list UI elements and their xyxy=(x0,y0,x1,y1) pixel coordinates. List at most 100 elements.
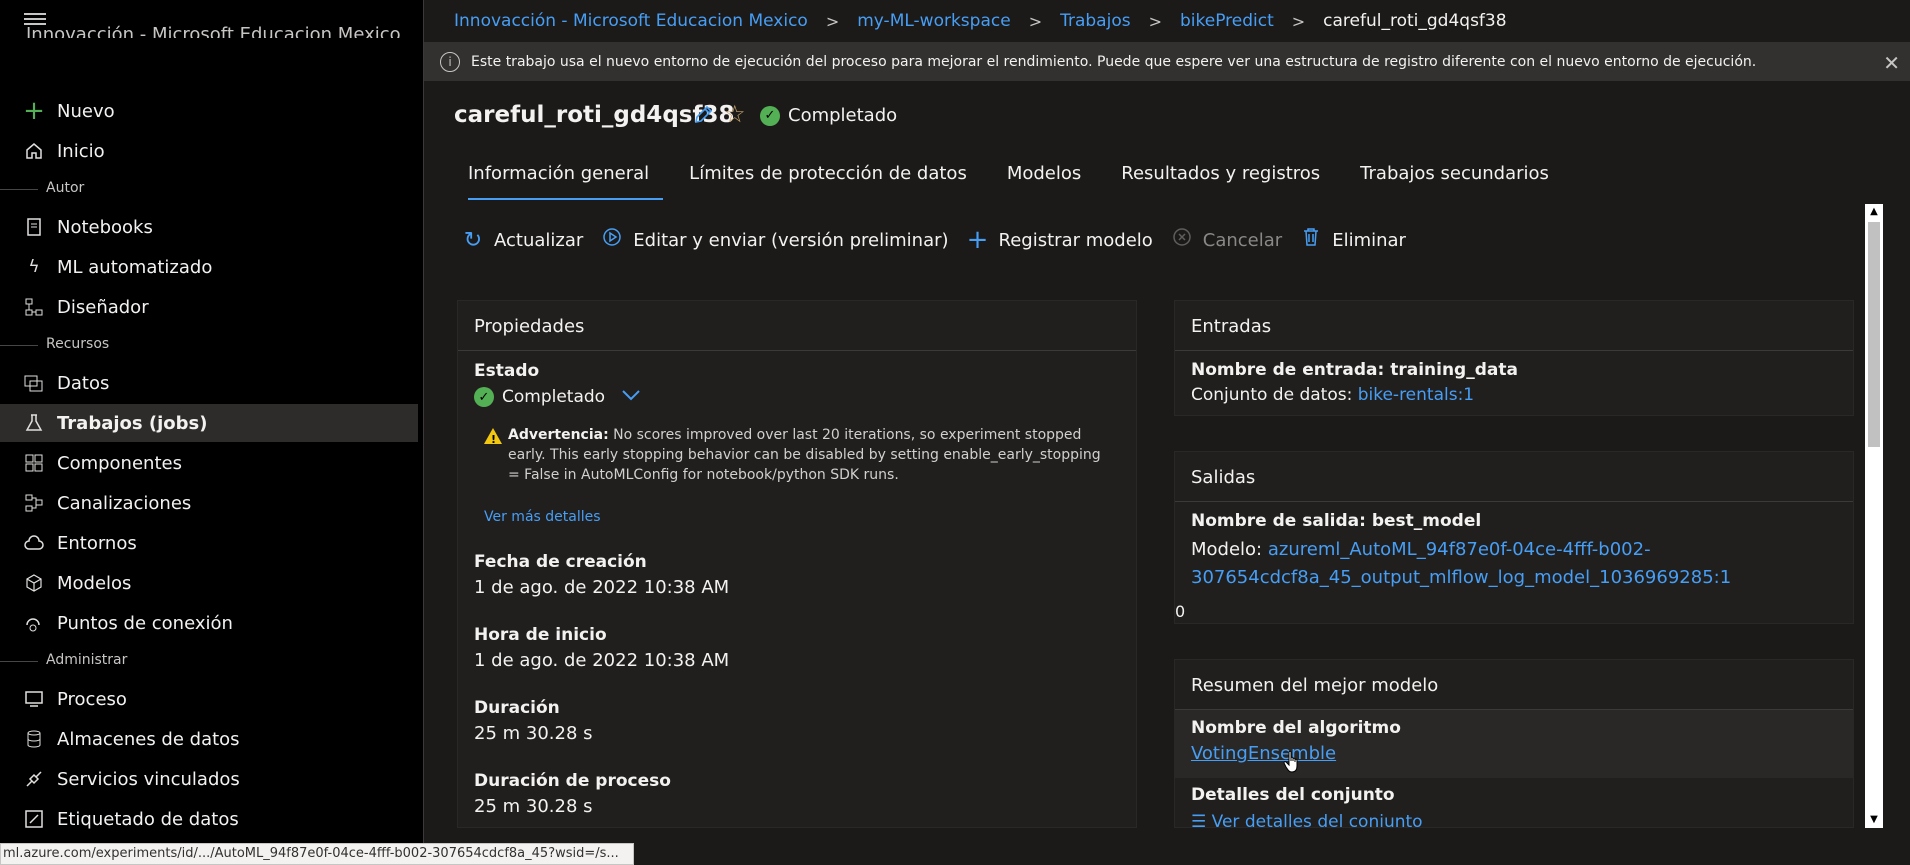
pencil-icon[interactable] xyxy=(692,104,714,126)
model-link[interactable]: azureml_AutoML_94f87e0f-04ce-4fff-b002- xyxy=(1268,539,1651,560)
scroll-up-icon[interactable]: ▲ xyxy=(1868,206,1880,218)
sidebar-item-data-labeling[interactable]: Etiquetado de datos xyxy=(0,800,418,838)
created-value: 1 de ago. de 2022 10:38 AM xyxy=(474,577,730,598)
warning-icon: ! xyxy=(484,428,502,446)
cancel-button[interactable]: Cancelar xyxy=(1171,227,1282,253)
register-model-button[interactable]: + Registrar modelo xyxy=(967,225,1153,255)
model-row: Modelo: azureml_AutoML_94f87e0f-04ce-4ff… xyxy=(1191,536,1841,592)
sidebar-item-label: Etiquetado de datos xyxy=(57,808,239,830)
tab-bar: Información general Límites de protecció… xyxy=(454,160,1575,200)
inputs-card: Entradas Nombre de entrada: training_dat… xyxy=(1174,300,1854,416)
chevron-right-icon: > xyxy=(1148,11,1162,31)
sidebar-item-label: ML automatizado xyxy=(57,256,213,278)
edit-submit-button[interactable]: Editar y enviar (versión preliminar) xyxy=(601,227,949,253)
play-circle-icon xyxy=(601,227,623,253)
cube-icon xyxy=(24,573,44,593)
sidebar-item-compute[interactable]: Proceso xyxy=(0,680,418,718)
sidebar-item-models[interactable]: Modelos xyxy=(0,564,418,602)
best-model-card: Resumen del mejor modelo Nombre del algo… xyxy=(1174,659,1854,828)
sidebar-item-notebooks[interactable]: Notebooks xyxy=(0,208,418,246)
delete-button[interactable]: Eliminar xyxy=(1300,227,1406,253)
refresh-label: Actualizar xyxy=(494,229,584,251)
tab-overview[interactable]: Información general xyxy=(454,160,664,200)
left-navigation: Innovacción - Microsoft Educacion Mexico… xyxy=(0,0,423,865)
sidebar-item-datastores[interactable]: Almacenes de datos xyxy=(0,720,418,758)
input-name: Nombre de entrada: training_data xyxy=(1191,360,1518,380)
warning-message: ! Advertencia: No scores improved over l… xyxy=(484,425,1104,485)
close-icon[interactable]: ✕ xyxy=(1883,51,1900,75)
section-manage: Administrar xyxy=(0,652,423,672)
lightning-icon: ϟ xyxy=(28,257,40,277)
workspace-name[interactable]: Innovacción - Microsoft Educacion Mexico xyxy=(26,24,416,38)
state-value: ✓ Completado xyxy=(474,387,641,407)
start-value: 1 de ago. de 2022 10:38 AM xyxy=(474,650,730,671)
sidebar-item-home[interactable]: Inicio xyxy=(0,132,418,170)
new-button[interactable]: + Nuevo xyxy=(0,92,418,130)
chevron-right-icon: > xyxy=(1028,11,1043,31)
warning-title: Advertencia: xyxy=(508,427,609,443)
components-icon xyxy=(24,453,44,473)
info-banner: i Este trabajo usa el nuevo entorno de e… xyxy=(424,42,1910,81)
sidebar-item-label: Servicios vinculados xyxy=(57,768,240,790)
scroll-thumb[interactable] xyxy=(1868,222,1880,447)
check-circle-icon: ✓ xyxy=(760,105,780,126)
tab-outputs-logs[interactable]: Resultados y registros xyxy=(1107,160,1334,200)
star-icon[interactable]: ☆ xyxy=(724,100,746,128)
tab-child-jobs[interactable]: Trabajos secundarios xyxy=(1346,160,1563,200)
best-model-header: Resumen del mejor modelo xyxy=(1175,660,1853,710)
sidebar-item-environments[interactable]: Entornos xyxy=(0,524,418,562)
scroll-down-icon[interactable]: ▼ xyxy=(1868,814,1880,826)
sidebar-item-automl[interactable]: ϟ ML automatizado xyxy=(0,248,418,286)
duration-value: 25 m 30.28 s xyxy=(474,723,593,744)
sidebar-item-pipelines[interactable]: Canalizaciones xyxy=(0,484,418,522)
sidebar-item-label: Modelos xyxy=(57,572,132,594)
inputs-header: Entradas xyxy=(1175,301,1853,351)
ensemble-details-link[interactable]: ☰ Ver detalles del conjunto xyxy=(1191,812,1423,828)
see-more-details-link[interactable]: Ver más detalles xyxy=(484,509,601,525)
sidebar-item-label: Inicio xyxy=(57,140,105,162)
label-edit-icon xyxy=(24,809,44,829)
sidebar-item-endpoints[interactable]: Puntos de conexión xyxy=(0,604,418,642)
check-circle-icon: ✓ xyxy=(474,387,494,407)
sidebar-divider xyxy=(423,0,424,865)
plus-icon: + xyxy=(966,225,989,255)
state-label: Estado xyxy=(474,361,540,381)
breadcrumb-experiment[interactable]: bikePredict xyxy=(1180,11,1274,31)
sidebar-item-linked-services[interactable]: Servicios vinculados xyxy=(0,760,418,798)
model-prefix: Modelo: xyxy=(1191,539,1263,560)
dataset-prefix: Conjunto de datos: xyxy=(1191,385,1353,405)
dataset-link[interactable]: bike-rentals:1 xyxy=(1358,385,1474,405)
created-label: Fecha de creación xyxy=(474,552,647,572)
new-label: Nuevo xyxy=(57,100,115,122)
state-text: Completado xyxy=(502,387,606,407)
algorithm-link[interactable]: VotingEnsemble xyxy=(1191,743,1336,764)
sidebar-item-designer[interactable]: Diseñador xyxy=(0,288,418,326)
chevron-down-icon[interactable] xyxy=(621,387,641,407)
sidebar-item-label: Datos xyxy=(57,372,110,394)
trash-icon xyxy=(1300,227,1322,253)
content-scrollbar[interactable]: ▲ ▼ xyxy=(1865,204,1883,828)
hand-cursor-icon xyxy=(1283,750,1298,773)
start-label: Hora de inicio xyxy=(474,625,607,645)
ensemble-link-text: Ver detalles del conjunto xyxy=(1211,812,1423,828)
edit-submit-label: Editar y enviar (versión preliminar) xyxy=(633,229,949,251)
cancel-label: Cancelar xyxy=(1202,229,1283,251)
tab-models[interactable]: Modelos xyxy=(993,160,1095,200)
output-name: Nombre de salida: best_model xyxy=(1191,511,1482,531)
database-icon xyxy=(24,729,44,749)
data-icon xyxy=(24,373,44,393)
home-icon xyxy=(24,141,44,161)
tab-data-guardrails[interactable]: Límites de protección de datos xyxy=(675,160,981,200)
breadcrumb-jobs[interactable]: Trabajos xyxy=(1060,11,1130,31)
delete-label: Eliminar xyxy=(1332,229,1406,251)
dataset-row: Conjunto de datos: bike-rentals:1 xyxy=(1191,385,1474,405)
ensemble-label: Detalles del conjunto xyxy=(1191,785,1395,805)
sidebar-item-jobs[interactable]: Trabajos (jobs) xyxy=(0,404,418,442)
refresh-button[interactable]: ↻ Actualizar xyxy=(462,228,584,253)
breadcrumb-org[interactable]: Innovacción - Microsoft Educacion Mexico xyxy=(454,11,808,31)
model-link-cont[interactable]: 307654cdcf8a_45_output_mlflow_log_model_… xyxy=(1191,567,1731,588)
plug-icon xyxy=(24,769,44,789)
sidebar-item-data[interactable]: Datos xyxy=(0,364,418,402)
breadcrumb-workspace[interactable]: my-ML-workspace xyxy=(857,11,1010,31)
sidebar-item-components[interactable]: Componentes xyxy=(0,444,418,482)
